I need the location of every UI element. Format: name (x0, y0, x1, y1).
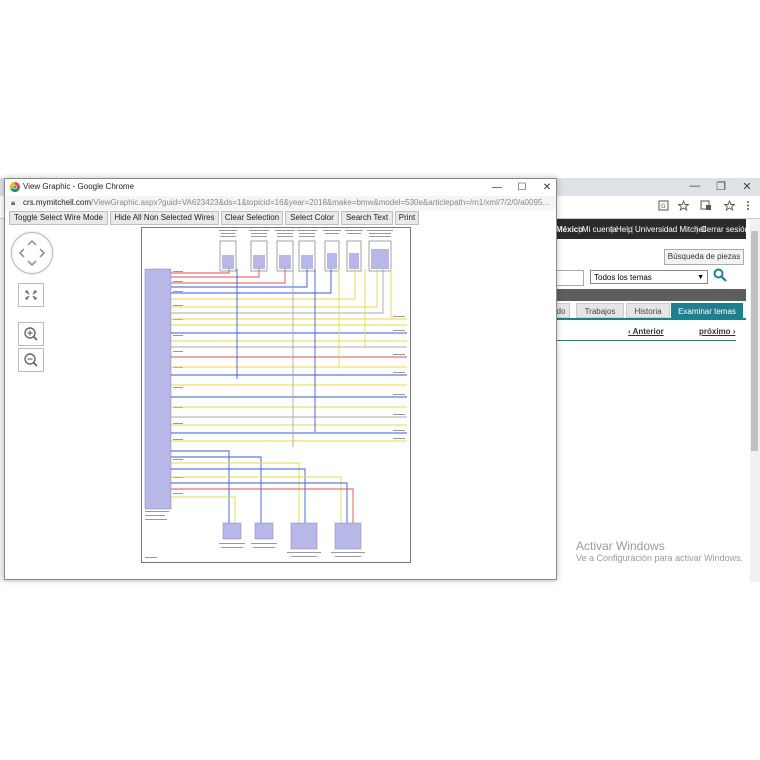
scrollbar-thumb[interactable] (751, 231, 758, 451)
maximize-icon[interactable]: ☐ (514, 181, 530, 194)
url-path: /ViewGraphic.aspx?guid=VA623423&ds=1&top… (91, 198, 550, 207)
search-text-button[interactable]: Search Text (341, 211, 393, 225)
divider (556, 340, 736, 341)
chevron-down-icon: ▼ (697, 274, 704, 281)
hide-non-selected-wires-button[interactable]: Hide All Non Selected Wires (110, 211, 219, 225)
diagram-toolbar: Toggle Select Wire Mode Hide All Non Sel… (5, 210, 556, 227)
tab-jobs[interactable]: Trabajos (576, 303, 624, 318)
minimize-icon[interactable]: — (489, 181, 505, 194)
zoom-out-icon (24, 353, 38, 367)
control-module-connector[interactable] (144, 268, 172, 510)
extension-icon[interactable] (700, 200, 712, 211)
nav-separator: | (578, 225, 581, 234)
diagram-viewport[interactable] (5, 227, 556, 579)
fit-screen-icon (25, 290, 37, 300)
menu-dots-icon[interactable] (745, 200, 751, 211)
popup-titlebar: View Graphic - Google Chrome — ☐ ✕ (5, 179, 556, 197)
parts-search-button[interactable]: Búsqueda de piezas (664, 249, 744, 265)
tab-browse-topics[interactable]: Examinar temas (671, 303, 743, 318)
nav-separator: | (611, 225, 614, 234)
popup-url-bar[interactable]: 🔒︎ crs.mymitchell.com/ViewGraphic.aspx?g… (5, 196, 556, 211)
nav-help[interactable]: Help (616, 225, 632, 234)
tab-history[interactable]: Historia (626, 303, 670, 318)
topics-select-value: Todos los temas (594, 273, 652, 282)
select-color-button[interactable]: Select Color (285, 211, 339, 225)
tab-underline (556, 318, 746, 320)
popup-title: View Graphic - Google Chrome (23, 182, 135, 191)
topics-select[interactable]: Todos los temas ▼ (590, 270, 708, 284)
url-text[interactable]: crs.mymitchell.com/ViewGraphic.aspx?guid… (23, 198, 549, 207)
top-navigation: México | Mi cuenta | Help | Universidad … (556, 219, 749, 239)
minimize-icon[interactable]: — (688, 180, 702, 192)
search-input[interactable] (556, 270, 584, 286)
windows-activation-subtitle: Ve a Configuración para activar Windows. (576, 553, 744, 563)
zoom-out-button[interactable] (18, 348, 44, 372)
next-link[interactable]: próximo › (699, 327, 735, 336)
pan-arrows-icon (18, 239, 46, 267)
bookmark-star-icon[interactable] (678, 200, 689, 211)
page-scrollbar[interactable] (750, 219, 760, 582)
windows-activation-title: Activar Windows (576, 539, 665, 553)
background-page: México | Mi cuenta | Help | Universidad … (552, 219, 760, 582)
bookmark-star-icon[interactable] (724, 200, 735, 211)
fit-to-screen-button[interactable] (18, 283, 44, 307)
previous-link[interactable]: ‹ Anterior (628, 327, 664, 336)
pan-control[interactable] (11, 232, 53, 274)
nav-logout[interactable]: Cerrar sesión (701, 225, 749, 234)
view-graphic-popup: View Graphic - Google Chrome — ☐ ✕ 🔒︎ cr… (4, 178, 557, 580)
nav-separator: | (631, 225, 634, 234)
toggle-select-wire-mode-button[interactable]: Toggle Select Wire Mode (9, 211, 108, 225)
close-icon[interactable]: ✕ (740, 180, 754, 193)
close-icon[interactable]: ✕ (539, 181, 555, 194)
gray-band (556, 289, 746, 301)
wiring-schematic[interactable] (141, 227, 411, 563)
nav-separator: | (696, 225, 699, 234)
zoom-in-button[interactable] (18, 322, 44, 346)
svg-text:G: G (661, 203, 666, 210)
clear-selection-button[interactable]: Clear Selection (221, 211, 283, 225)
zoom-in-icon (24, 327, 38, 341)
chrome-logo-icon (10, 182, 20, 192)
restore-icon[interactable]: ❐ (714, 180, 728, 193)
translate-icon[interactable]: G (658, 200, 669, 211)
print-button[interactable]: Print (395, 211, 419, 225)
search-icon[interactable] (713, 268, 727, 282)
schematic-border (141, 227, 411, 563)
url-host: crs.mymitchell.com (23, 198, 92, 207)
lock-icon: 🔒︎ (11, 198, 16, 207)
